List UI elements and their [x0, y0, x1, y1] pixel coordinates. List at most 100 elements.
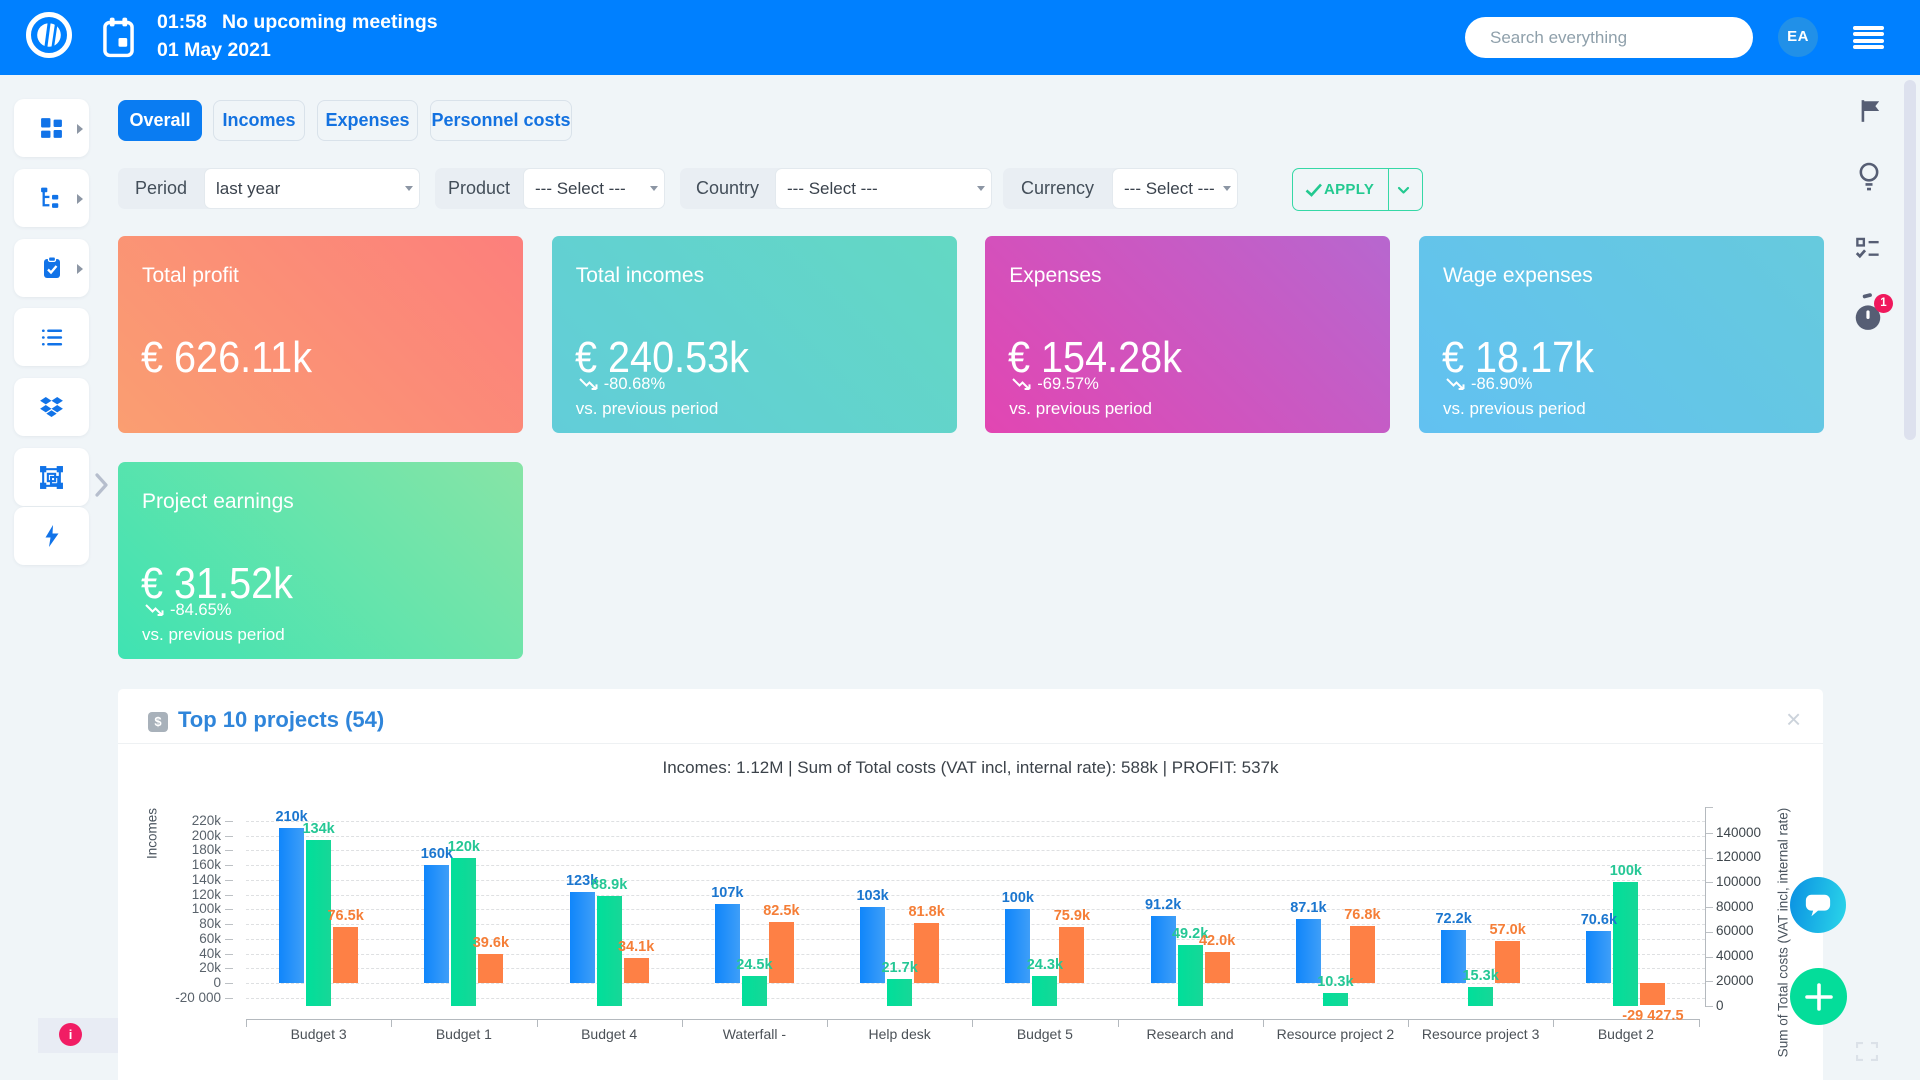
chevron-down-icon	[405, 186, 413, 191]
filter-select-currency[interactable]: --- Select ---	[1112, 168, 1238, 209]
notification-badge: 1	[1874, 294, 1893, 313]
bar-sum-of-total-costs-vat-incl-internal-rate--4	[887, 979, 912, 1006]
left-axis-tick	[225, 924, 233, 925]
category-label: Budget 3	[246, 1026, 392, 1042]
bar-profit-5	[1059, 927, 1084, 983]
apply-button-label: APPLY	[1324, 169, 1374, 210]
bar-value-label: 88.9k	[544, 877, 674, 893]
add-button[interactable]	[1790, 968, 1847, 1025]
lightbulb-icon[interactable]	[1855, 160, 1883, 201]
left-axis-label: 80k	[130, 916, 221, 931]
sidebar-expand-chevron-icon[interactable]	[94, 472, 110, 503]
right-axis-tick	[1706, 807, 1713, 808]
trend-down-icon	[145, 603, 166, 617]
filter-value-product: --- Select ---	[524, 169, 664, 208]
widget-subtitle: Incomes: 1.12M | Sum of Total costs (VAT…	[118, 758, 1823, 778]
widget-close-icon[interactable]: ×	[1786, 704, 1801, 735]
right-axis-tick	[1706, 957, 1713, 958]
stopwatch-icon[interactable]: 1	[1852, 292, 1884, 339]
search-placeholder: Search everything	[1465, 17, 1753, 58]
bar-value-label: 15.3k	[1416, 968, 1546, 984]
left-axis-tick	[225, 983, 233, 984]
kpi-card-expenses: Expenses€ 154.28k-69.57%vs. previous per…	[985, 236, 1390, 433]
tab-expenses[interactable]: Expenses	[317, 100, 418, 141]
search-input[interactable]: Search everything	[1465, 17, 1753, 58]
bar-value-label: 34.1k	[571, 939, 701, 955]
kpi-card-total-incomes: Total incomes€ 240.53k-80.68%vs. previou…	[552, 236, 957, 433]
left-axis-label: 0	[130, 975, 221, 990]
left-axis-tick	[225, 895, 233, 896]
widget-title[interactable]: Top 10 projects (54)	[178, 707, 384, 733]
left-axis-tick	[225, 865, 233, 866]
trend-down-icon	[1446, 377, 1467, 391]
info-button[interactable]: i	[59, 1023, 82, 1046]
widget-currency-icon: $	[148, 712, 168, 732]
kpi-trend: -69.57%	[1012, 375, 1098, 394]
filter-label-country: Country	[680, 168, 775, 209]
category-label: Research and	[1117, 1026, 1263, 1042]
left-axis-label: 60k	[130, 931, 221, 946]
hamburger-menu-icon[interactable]	[1853, 26, 1884, 49]
kpi-card-wage-expenses: Wage expenses€ 18.17k-86.90%vs. previous…	[1419, 236, 1824, 433]
category-label: Resource project 2	[1262, 1026, 1408, 1042]
header-time: 01:58	[157, 11, 207, 34]
right-axis-label: 60000	[1716, 923, 1754, 938]
kpi-title: Expenses	[1009, 264, 1101, 288]
lightning-bolt-icon	[40, 524, 64, 548]
clipboard-check-icon	[40, 256, 64, 280]
filter-value-country: --- Select ---	[776, 169, 991, 208]
bar-profit-3	[769, 922, 794, 983]
bar-value-label: 134k	[254, 821, 384, 837]
filter-label-currency: Currency	[1003, 168, 1112, 209]
avatar[interactable]: EA	[1778, 17, 1818, 57]
tab-personnel-costs[interactable]: Personnel costs	[430, 100, 572, 141]
kpi-title: Wage expenses	[1443, 264, 1593, 288]
kpi-vs-period: vs. previous period	[576, 399, 719, 419]
bar-value-label: 76.8k	[1297, 907, 1427, 923]
bar-sum-of-total-costs-vat-incl-internal-rate--3	[742, 976, 767, 1006]
tab-incomes[interactable]: Incomes	[213, 100, 305, 141]
bar-incomes-2	[570, 892, 595, 983]
bar-incomes-1	[424, 865, 449, 983]
kpi-title: Project earnings	[142, 490, 294, 514]
filter-select-product[interactable]: --- Select ---	[523, 168, 665, 209]
bar-sum-of-total-costs-vat-incl-internal-rate--6	[1178, 945, 1203, 1006]
kpi-vs-period: vs. previous period	[1009, 399, 1152, 419]
page: 01:58 No upcoming meetings 01 May 2021 S…	[0, 0, 1920, 1080]
dropbox-icon	[39, 395, 64, 420]
task-list-icon[interactable]	[1853, 236, 1883, 267]
left-axis-label: 100k	[130, 901, 221, 916]
bar-sum-of-total-costs-vat-incl-internal-rate--9	[1613, 882, 1638, 1006]
page-scrollbar[interactable]	[1904, 80, 1916, 440]
bar-value-label: 57.0k	[1443, 922, 1573, 938]
apply-button[interactable]: APPLY	[1292, 168, 1423, 211]
chevron-right-icon	[76, 192, 84, 210]
right-axis-title: Sum of Total costs (VAT incl, internal r…	[1776, 783, 1791, 1080]
gridline	[246, 821, 1705, 822]
dashboard-grid-icon	[39, 116, 64, 141]
left-axis-label: 20k	[130, 960, 221, 975]
sidebar-item-artboard-frame[interactable]	[14, 448, 89, 506]
filter-select-country[interactable]: --- Select ---	[775, 168, 992, 209]
apply-divider	[1388, 169, 1389, 210]
fullscreen-icon[interactable]	[1856, 1042, 1878, 1066]
app-logo-icon[interactable]	[25, 11, 73, 59]
sidebar-item-lightning-bolt[interactable]	[14, 507, 89, 565]
tab-overall[interactable]: Overall	[118, 100, 202, 141]
trend-down-icon	[1012, 377, 1033, 391]
sidebar-item-bullet-list[interactable]	[14, 308, 89, 366]
sidebar-item-dashboard-grid[interactable]	[14, 99, 89, 157]
chevron-down-icon	[650, 186, 658, 191]
calendar-icon[interactable]	[103, 16, 134, 60]
left-axis-label: -20 000	[130, 990, 221, 1005]
apply-dropdown-chevron-icon[interactable]	[1397, 186, 1410, 195]
category-label: Budget 1	[391, 1026, 537, 1042]
bar-sum-of-total-costs-vat-incl-internal-rate--7	[1323, 993, 1348, 1006]
chat-button[interactable]	[1790, 877, 1846, 933]
flag-icon[interactable]	[1857, 98, 1884, 129]
sidebar-item-dropbox[interactable]	[14, 378, 89, 436]
left-axis-tick	[225, 968, 233, 969]
sidebar-item-clipboard-check[interactable]	[14, 239, 89, 297]
sidebar-item-hierarchy-tree[interactable]	[14, 169, 89, 227]
filter-select-period[interactable]: last year	[204, 168, 420, 209]
